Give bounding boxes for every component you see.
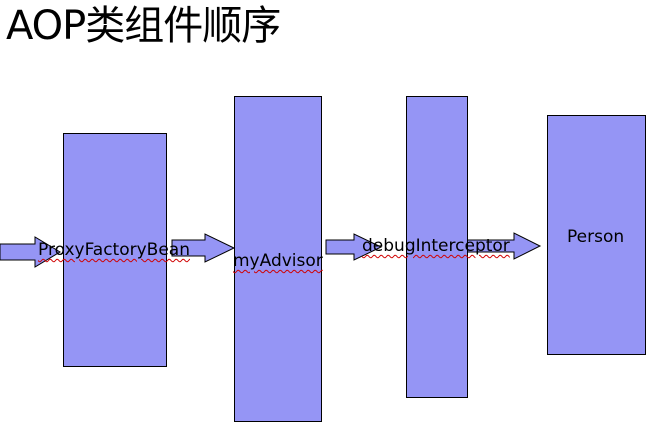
person-label: Person xyxy=(567,227,625,247)
myadvisor-label: myAdvisor xyxy=(233,251,323,271)
debuginterceptor-label: debugInterceptor xyxy=(362,236,510,256)
proxyfactorybean-label: ProxyFactoryBean xyxy=(38,240,190,260)
